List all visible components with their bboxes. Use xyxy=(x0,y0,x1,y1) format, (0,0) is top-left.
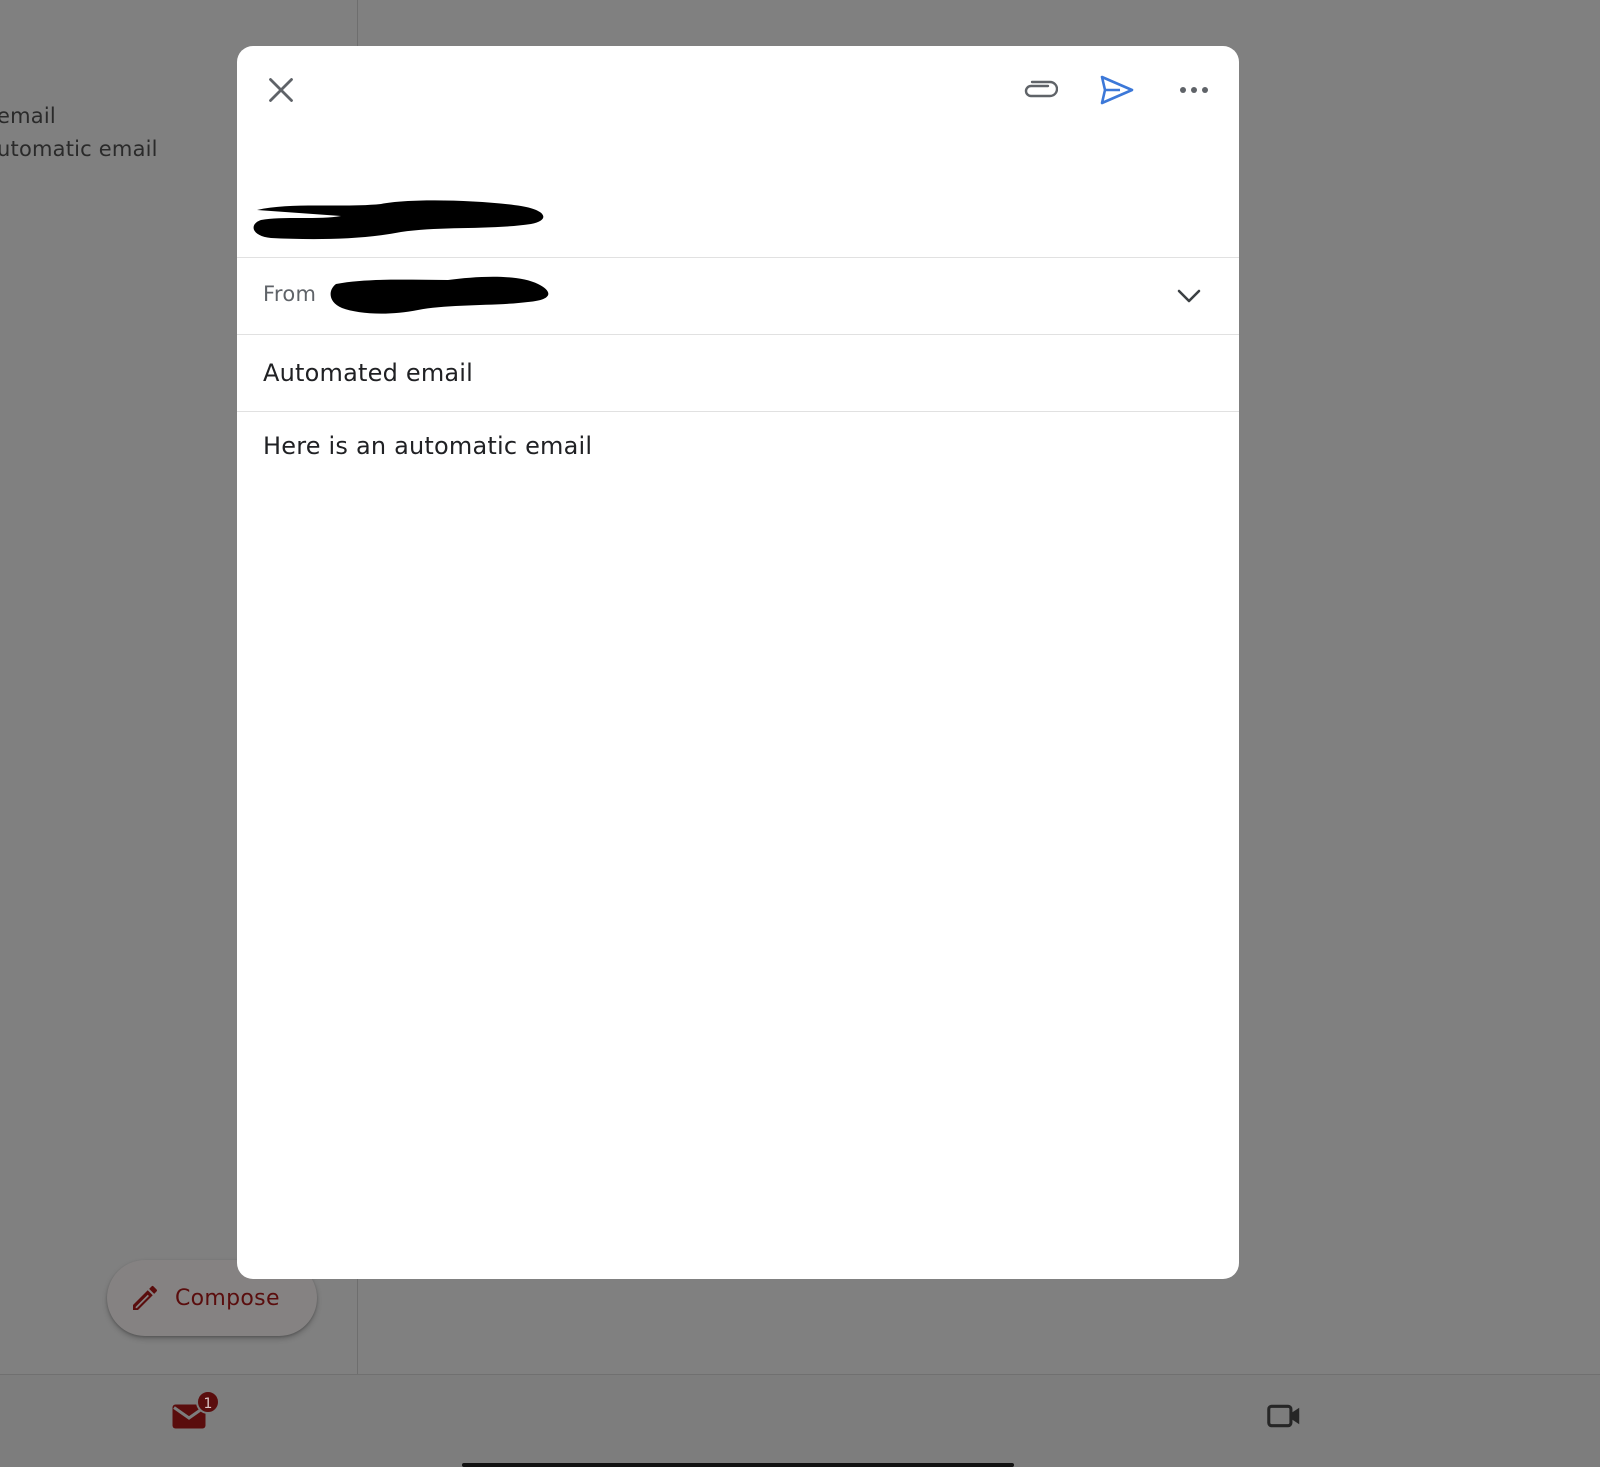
from-field[interactable]: From xyxy=(237,258,1239,335)
pencil-icon xyxy=(133,1285,157,1310)
meet-tab[interactable] xyxy=(1266,1402,1302,1434)
close-icon xyxy=(269,78,293,102)
message-body-text: Here is an automatic email xyxy=(263,432,593,460)
bottom-navigation: 1 xyxy=(0,1374,1600,1467)
message-body-field[interactable]: Here is an automatic email xyxy=(237,412,1239,480)
mail-tab[interactable]: 1 xyxy=(171,1390,221,1439)
email-snippet-line: utomatic email xyxy=(0,137,158,161)
to-field[interactable] xyxy=(237,136,1239,258)
subject-text: Automated email xyxy=(263,359,474,387)
more-horizontal-icon xyxy=(1180,87,1208,93)
compose-dialog: From Automated email Here is an automati… xyxy=(237,46,1239,1279)
more-options-button[interactable] xyxy=(1170,66,1218,114)
close-button[interactable] xyxy=(257,66,305,114)
from-dropdown-button[interactable] xyxy=(1167,274,1211,318)
chevron-down-icon xyxy=(1177,289,1201,303)
subject-field[interactable]: Automated email xyxy=(237,335,1239,412)
compose-toolbar xyxy=(237,46,1239,136)
redaction-mark xyxy=(253,200,544,240)
send-button[interactable] xyxy=(1093,66,1141,114)
compose-button-label: Compose xyxy=(175,1285,280,1311)
from-label: From xyxy=(263,282,317,306)
paperclip-icon xyxy=(1024,80,1058,98)
video-camera-icon xyxy=(1267,1404,1300,1428)
send-icon xyxy=(1100,75,1134,105)
attach-button[interactable] xyxy=(1016,66,1064,114)
home-indicator xyxy=(462,1463,1014,1467)
unread-badge: 1 xyxy=(196,1390,220,1414)
email-snippet-line: email xyxy=(0,104,56,128)
redaction-mark xyxy=(330,276,549,314)
